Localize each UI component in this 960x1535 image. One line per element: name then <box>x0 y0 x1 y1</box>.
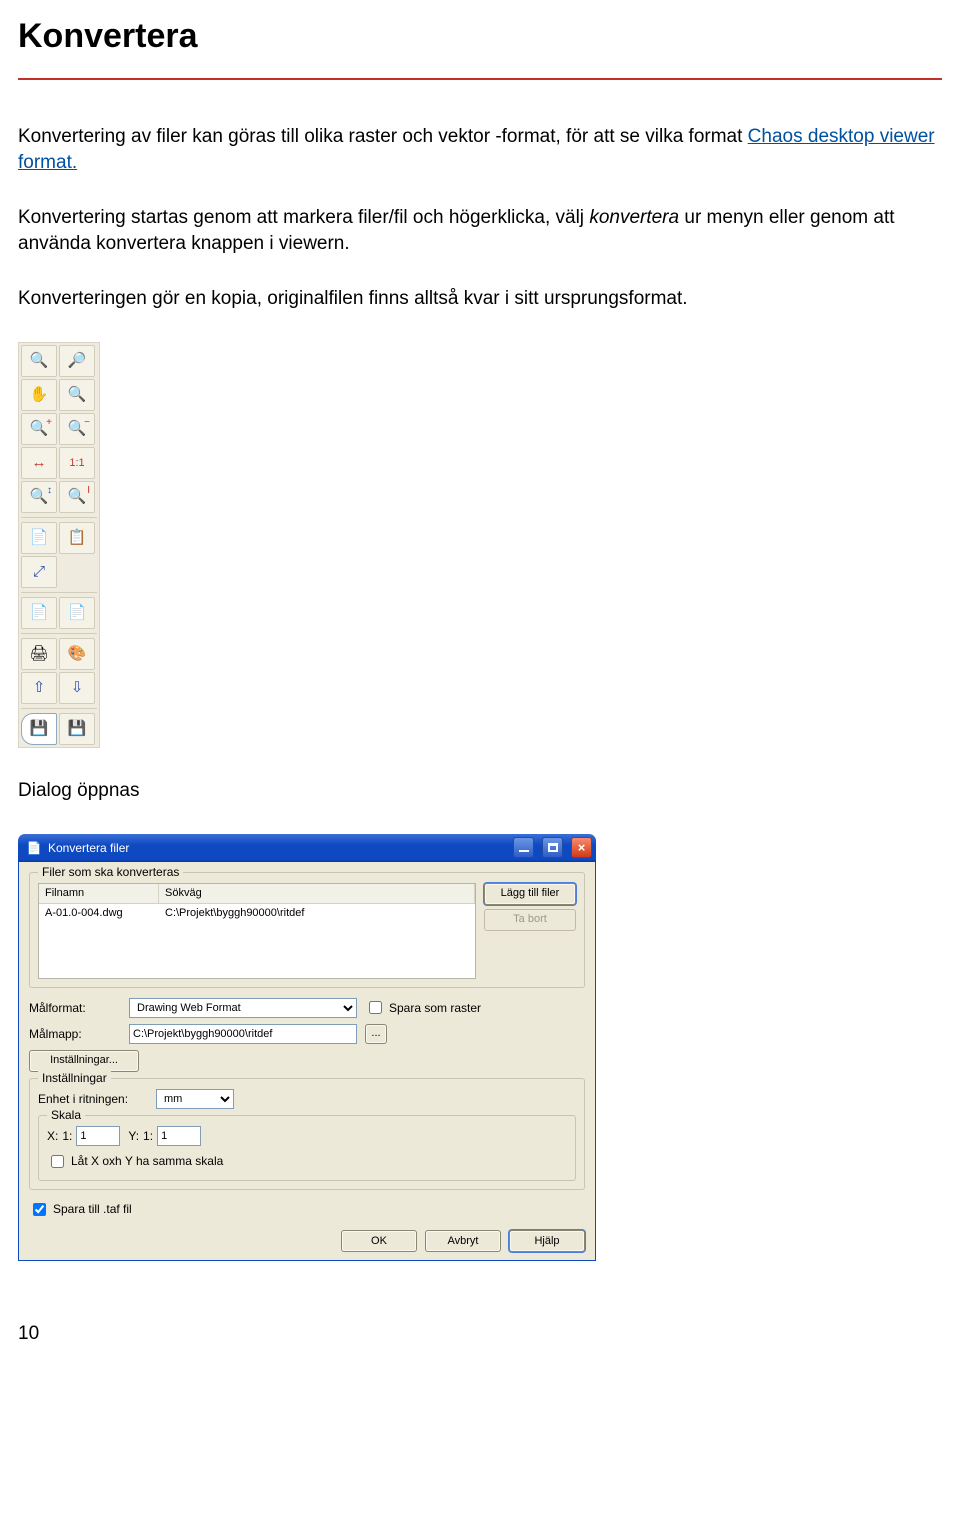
fit-height-icon[interactable]: 🔍↕ <box>21 481 57 513</box>
add-files-button[interactable]: Lägg till filer <box>484 883 576 905</box>
dialog-icon: 📄 <box>26 840 42 856</box>
toolbar-separator <box>21 592 97 593</box>
page-prev-icon[interactable]: 📄 <box>21 597 57 629</box>
zoom-info-icon[interactable]: 🔍I <box>59 481 95 513</box>
settings-group-legend: Inställningar <box>38 1070 111 1086</box>
palette-icon[interactable]: 🎨 <box>59 638 95 670</box>
save-as-icon[interactable]: 💾 <box>59 713 95 745</box>
page-title: Konvertera <box>18 14 942 60</box>
spara-raster-input[interactable] <box>369 1001 382 1014</box>
y-scale-input[interactable] <box>157 1126 201 1146</box>
dialog-title: Konvertera filer <box>48 840 129 856</box>
malformat-label: Målformat: <box>29 1000 121 1016</box>
paragraph-1-text: Konvertering av filer kan göras till oli… <box>18 126 748 147</box>
malmapp-row: Målmapp: ... <box>29 1024 585 1044</box>
spara-taf-input[interactable] <box>33 1203 46 1216</box>
malformat-select[interactable]: Drawing Web Format <box>129 998 357 1018</box>
spara-raster-label: Spara som raster <box>389 1000 481 1016</box>
skala-legend: Skala <box>47 1107 85 1123</box>
zoom-out-icon[interactable]: 🔎 <box>59 345 95 377</box>
same-scale-input[interactable] <box>51 1155 64 1168</box>
x-label: X: <box>47 1128 58 1144</box>
viewer-toolbar: 🔍 🔎 ✋ 🔍 🔍+ 🔍− ↔ 1:1 🔍↕ 🔍I 📄 📋 ⤢ 📄 📄 🖨 🎨 … <box>18 342 100 748</box>
installningar-row: Inställningar... <box>29 1050 585 1072</box>
malmapp-label: Målmapp: <box>29 1026 121 1042</box>
files-group-legend: Filer som ska konverteras <box>38 864 183 880</box>
page-next-icon[interactable]: 📄 <box>59 597 95 629</box>
one-to-one-icon[interactable]: 1:1 <box>59 447 95 479</box>
konvertera-italic: konvertera <box>589 207 679 228</box>
skala-group: Skala X: 1: Y: 1: Låt X oxh Y ha s <box>38 1115 576 1181</box>
same-scale-checkbox[interactable]: Låt X oxh Y ha samma skala <box>47 1152 223 1171</box>
col-filnamn[interactable]: Filnamn <box>39 884 159 903</box>
dialog-body: Filer som ska konverteras Filnamn Sökväg… <box>18 862 596 1261</box>
export-down-icon[interactable]: ⇩ <box>59 672 95 704</box>
print-icon[interactable]: 🖨 <box>21 638 57 670</box>
zoom-region-icon[interactable]: 🔍 <box>59 379 95 411</box>
files-group: Filer som ska konverteras Filnamn Sökväg… <box>29 872 585 988</box>
paragraph-2-a: Konvertering startas genom att markera f… <box>18 207 589 228</box>
enhet-row: Enhet i ritningen: mm <box>38 1089 576 1109</box>
cell-filnamn: A-01.0-004.dwg <box>39 904 159 923</box>
remove-button: Ta bort <box>484 909 576 931</box>
zoom-plus-icon[interactable]: 🔍+ <box>21 413 57 445</box>
spara-taf-checkbox[interactable]: Spara till .taf fil <box>29 1200 132 1219</box>
installningar-button[interactable]: Inställningar... <box>29 1050 139 1072</box>
cell-sokvag: C:\Projekt\byggh90000\ritdef <box>159 904 475 923</box>
paragraph-2: Konvertering startas genom att markera f… <box>18 205 942 256</box>
zoom-minus-icon[interactable]: 🔍− <box>59 413 95 445</box>
enhet-select[interactable]: mm <box>156 1089 234 1109</box>
convert-dialog: 📄 Konvertera filer × Filer som ska konve… <box>18 834 596 1261</box>
heading-rule <box>18 78 942 80</box>
dialog-opens-label: Dialog öppnas <box>18 778 942 804</box>
copy-icon[interactable]: 📋 <box>59 522 95 554</box>
x-scale-input[interactable] <box>76 1126 120 1146</box>
pan-hand-icon[interactable]: ✋ <box>21 379 57 411</box>
page-number: 10 <box>18 1321 942 1347</box>
table-row[interactable]: A-01.0-004.dwg C:\Projekt\byggh90000\rit… <box>39 904 475 923</box>
spara-raster-checkbox[interactable]: Spara som raster <box>365 998 481 1017</box>
y-prefix: 1: <box>143 1128 153 1144</box>
toolbar-separator <box>21 517 97 518</box>
fit-width-icon[interactable]: ↔ <box>21 447 57 479</box>
save-button[interactable]: 💾 <box>21 713 57 745</box>
col-sokvag[interactable]: Sökväg <box>159 884 475 903</box>
x-prefix: 1: <box>62 1128 72 1144</box>
paragraph-1: Konvertering av filer kan göras till oli… <box>18 124 942 175</box>
malmapp-input[interactable] <box>129 1024 357 1044</box>
enhet-label: Enhet i ritningen: <box>38 1091 148 1107</box>
dialog-titlebar[interactable]: 📄 Konvertera filer × <box>18 834 596 862</box>
layers-icon[interactable]: 📄 <box>21 522 57 554</box>
zoom-in-icon[interactable]: 🔍 <box>21 345 57 377</box>
fullscreen-icon[interactable]: ⤢ <box>21 556 57 588</box>
table-header: Filnamn Sökväg <box>39 884 475 904</box>
files-table[interactable]: Filnamn Sökväg A-01.0-004.dwg C:\Projekt… <box>38 883 476 979</box>
maximize-button[interactable] <box>542 837 563 858</box>
malformat-row: Målformat: Drawing Web Format Spara som … <box>29 998 585 1018</box>
skala-row: X: 1: Y: 1: <box>47 1126 567 1146</box>
dialog-footer: OK Avbryt Hjälp <box>29 1230 585 1252</box>
close-button[interactable]: × <box>571 837 592 858</box>
settings-group: Inställningar Enhet i ritningen: mm Skal… <box>29 1078 585 1190</box>
spara-taf-label: Spara till .taf fil <box>53 1201 132 1217</box>
minimize-button[interactable] <box>513 837 534 858</box>
avbryt-button[interactable]: Avbryt <box>425 1230 501 1252</box>
browse-button[interactable]: ... <box>365 1024 387 1044</box>
y-label: Y: <box>128 1128 139 1144</box>
hjalp-button[interactable]: Hjälp <box>509 1230 585 1252</box>
toolbar-separator <box>21 708 97 709</box>
ok-button[interactable]: OK <box>341 1230 417 1252</box>
export-up-icon[interactable]: ⇧ <box>21 672 57 704</box>
same-scale-label: Låt X oxh Y ha samma skala <box>71 1153 223 1169</box>
toolbar-separator <box>21 633 97 634</box>
paragraph-3: Konverteringen gör en kopia, originalfil… <box>18 286 942 312</box>
